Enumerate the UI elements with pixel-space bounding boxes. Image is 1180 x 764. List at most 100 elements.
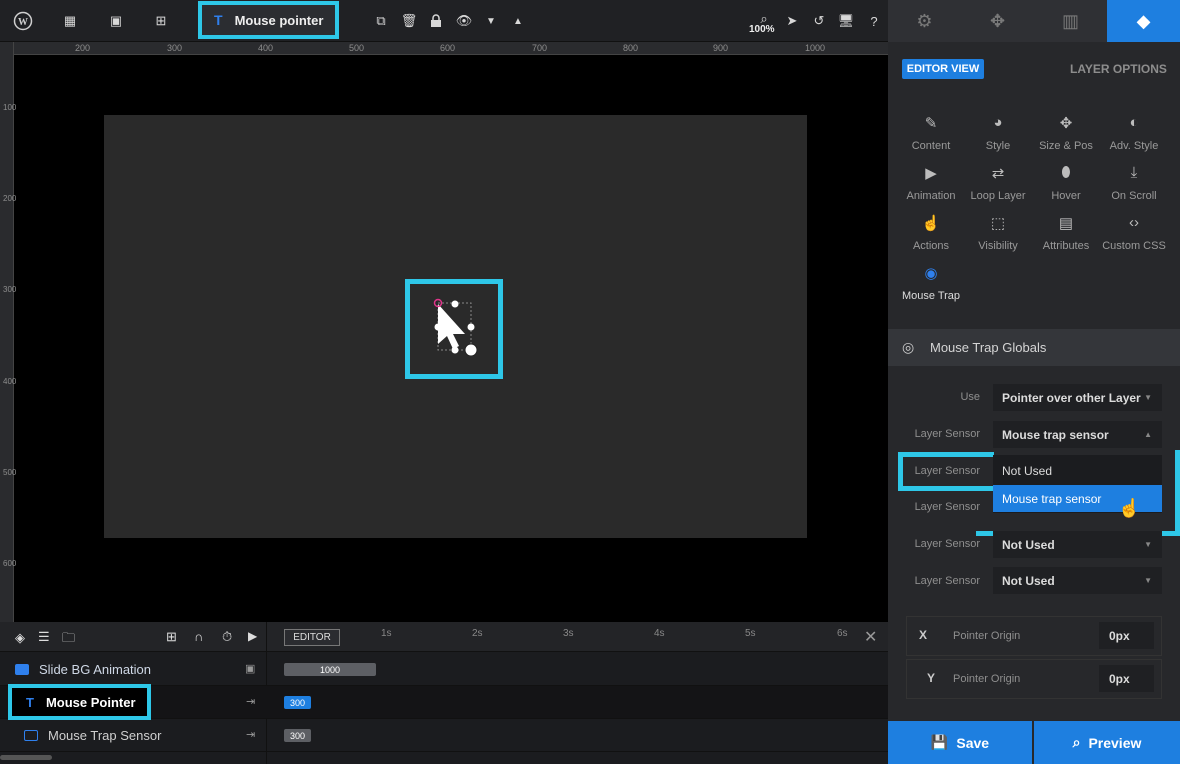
- x-axis-icon: X: [919, 628, 928, 642]
- vertical-ruler: 100 200 300 400 500 600: [0, 42, 17, 622]
- timeline-second: 1s: [381, 628, 392, 639]
- use-select[interactable]: Pointer over other Layer ▼: [993, 384, 1162, 411]
- layer-sensor-select[interactable]: Not Used ▼: [993, 531, 1162, 558]
- image-small-icon: ▣: [245, 663, 256, 675]
- mouse-pointer-layer[interactable]: [432, 296, 480, 357]
- layer-options-toggle[interactable]: LAYER OPTIONS: [1070, 62, 1167, 76]
- file-icon: ▤: [1058, 215, 1074, 232]
- play-icon: ▶: [925, 165, 937, 182]
- ruler-tick: 200: [75, 43, 91, 53]
- option-label: Adv. Style: [1109, 140, 1159, 152]
- slides-tab[interactable]: ▥: [1034, 0, 1107, 42]
- timeline-selected-row[interactable]: T Mouse Pointer: [8, 684, 151, 720]
- undo-icon[interactable]: ↺: [806, 8, 832, 34]
- image-icon: [15, 663, 29, 675]
- option-content[interactable]: ✎ Content: [897, 114, 965, 152]
- caret-up-icon[interactable]: ▲: [505, 8, 531, 34]
- timeline-row[interactable]: Slide BG Animation ▣ 1000: [0, 653, 888, 686]
- pointer-origin-y-input[interactable]: 0px: [1099, 665, 1154, 692]
- ruler-tick: 900: [713, 43, 729, 53]
- arrow-end-icon: ⇥: [246, 729, 256, 741]
- cursor-icon[interactable]: ➤: [779, 8, 805, 34]
- caret-down-icon: ▼: [1144, 576, 1152, 585]
- code-icon: ‹›: [1129, 214, 1139, 231]
- option-loop-layer[interactable]: ⇄ Loop Layer: [964, 164, 1032, 202]
- option-label: Custom CSS: [1102, 240, 1166, 252]
- option-style[interactable]: ◕ Style: [964, 114, 1032, 152]
- magnet-icon[interactable]: ∩: [194, 629, 203, 644]
- section-header[interactable]: ◎ Mouse Trap Globals: [888, 329, 1180, 366]
- list-icon[interactable]: ☰: [38, 629, 50, 645]
- timeline-scrollbar[interactable]: [0, 755, 52, 760]
- play-icon[interactable]: ▶: [248, 629, 257, 643]
- field-label: Layer Sensor: [914, 538, 980, 550]
- select-value: Mouse trap sensor: [1002, 427, 1109, 442]
- preview-label: Preview: [1088, 734, 1142, 751]
- layer-sensor-select[interactable]: Not Used ▼: [993, 567, 1162, 594]
- timeline-chip[interactable]: 300: [284, 696, 311, 709]
- duplicate-icon[interactable]: ⧉: [368, 8, 394, 34]
- pointer-origin-label: Pointer Origin: [953, 673, 1021, 685]
- option-adv-style[interactable]: ◐ Adv. Style: [1100, 114, 1168, 152]
- horizontal-ruler: 200 300 400 500 600 700 800 900 1000: [14, 42, 888, 55]
- save-button[interactable]: 💾 Save: [888, 721, 1032, 764]
- current-layer-name[interactable]: T Mouse pointer: [198, 1, 339, 39]
- timeline-second: 5s: [745, 628, 756, 639]
- option-attributes[interactable]: ▤ Attributes: [1032, 214, 1100, 252]
- stopwatch-icon[interactable]: ⏱: [222, 629, 232, 645]
- layers-tab[interactable]: ◆: [1107, 0, 1180, 42]
- ruler-tick: 500: [349, 43, 365, 53]
- timeline-row[interactable]: Mouse Trap Sensor ⇥ 300: [0, 719, 888, 752]
- image-gallery-icon[interactable]: ▣: [103, 8, 129, 34]
- option-mouse-trap[interactable]: ◉ Mouse Trap: [897, 264, 965, 302]
- desktop-icon[interactable]: 🖥: [833, 8, 859, 34]
- wordpress-icon[interactable]: W: [10, 8, 36, 34]
- option-animation[interactable]: ▶ Animation: [897, 164, 965, 202]
- option-actions[interactable]: ☝ Actions: [897, 214, 965, 252]
- section-title: Mouse Trap Globals: [930, 340, 1047, 355]
- ruler-tick: 500: [3, 468, 17, 477]
- move-icon: ✥: [1059, 115, 1073, 132]
- folder-icon[interactable]: 🗀: [62, 629, 75, 651]
- option-hover[interactable]: ⬮ Hover: [1032, 164, 1100, 202]
- loop-icon: ⇄: [991, 165, 1005, 182]
- navigation-tab[interactable]: ✥: [961, 0, 1034, 42]
- option-label: Hover: [1051, 190, 1081, 202]
- ruler-tick: 200: [3, 194, 17, 203]
- option-size-pos[interactable]: ✥ Size & Pos: [1032, 114, 1100, 152]
- option-on-scroll[interactable]: ⤓ On Scroll: [1100, 164, 1168, 202]
- help-icon[interactable]: ?: [861, 8, 887, 34]
- mouse-icon: ⬮: [1061, 164, 1071, 181]
- layers-icon[interactable]: ◈: [15, 630, 25, 646]
- field-label: Layer Sensor: [914, 575, 980, 587]
- ruler-tick: 700: [532, 43, 548, 53]
- option-label: Mouse Trap: [901, 290, 961, 302]
- close-icon[interactable]: ✕: [864, 627, 877, 647]
- eye-icon[interactable]: 👁: [451, 8, 477, 34]
- timeline-editor-tag[interactable]: EDITOR: [284, 629, 340, 646]
- timeline-chip[interactable]: 1000: [284, 663, 376, 676]
- pointer-origin-x-input[interactable]: 0px: [1099, 622, 1154, 649]
- timeline-second: 2s: [472, 628, 483, 639]
- grid-icon[interactable]: ▦: [57, 8, 83, 34]
- layer-sensor-select[interactable]: Mouse trap sensor ▲: [993, 421, 1162, 448]
- settings-tab[interactable]: ⚙: [888, 0, 961, 42]
- timeline-chip[interactable]: 300: [284, 729, 311, 742]
- add-layer-icon[interactable]: ⊞: [148, 8, 174, 34]
- preview-button[interactable]: ⌕ Preview: [1034, 721, 1180, 764]
- zoom-level: 100%: [749, 24, 775, 35]
- shape-icon: [24, 729, 38, 741]
- text-layer-icon: T: [214, 12, 223, 28]
- caret-down-icon[interactable]: ▼: [478, 8, 504, 34]
- editor-view-toggle[interactable]: EDITOR VIEW: [902, 59, 984, 79]
- search-icon: ⌕: [1072, 734, 1081, 750]
- trash-icon[interactable]: 🗑: [396, 8, 422, 34]
- lock-icon[interactable]: [423, 8, 449, 34]
- ruler-tick: 600: [3, 559, 17, 568]
- option-visibility[interactable]: ⬚ Visibility: [964, 214, 1032, 252]
- option-custom-css[interactable]: ‹› Custom CSS: [1100, 214, 1168, 252]
- floppy-icon: 💾: [930, 734, 949, 750]
- option-label: Attributes: [1042, 240, 1090, 252]
- grid-snap-icon[interactable]: ⊞: [166, 629, 177, 645]
- option-label: Style: [985, 140, 1011, 152]
